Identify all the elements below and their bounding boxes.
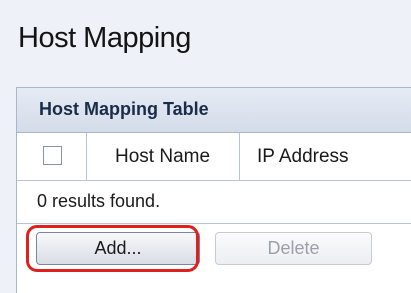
- results-row: 0 results found.: [17, 181, 411, 224]
- select-all-checkbox[interactable]: [43, 146, 62, 165]
- column-host-name[interactable]: Host Name: [87, 133, 240, 180]
- column-header-row: Host Name IP Address: [17, 133, 411, 181]
- column-ip-address[interactable]: IP Address: [240, 133, 411, 180]
- add-button[interactable]: Add...: [36, 232, 200, 265]
- page-title: Host Mapping: [18, 22, 191, 54]
- column-label-ip-address: IP Address: [257, 146, 349, 167]
- table-title: Host Mapping Table: [39, 99, 209, 119]
- table-header: Host Mapping Table: [17, 88, 411, 133]
- button-row: Add... Delete: [17, 224, 411, 293]
- select-all-cell: [17, 133, 87, 180]
- delete-button[interactable]: Delete: [215, 232, 372, 265]
- host-mapping-page: Host Mapping Host Mapping Table Host Nam…: [0, 0, 411, 293]
- column-label-host-name: Host Name: [115, 146, 211, 167]
- results-count: 0 results found.: [37, 191, 161, 211]
